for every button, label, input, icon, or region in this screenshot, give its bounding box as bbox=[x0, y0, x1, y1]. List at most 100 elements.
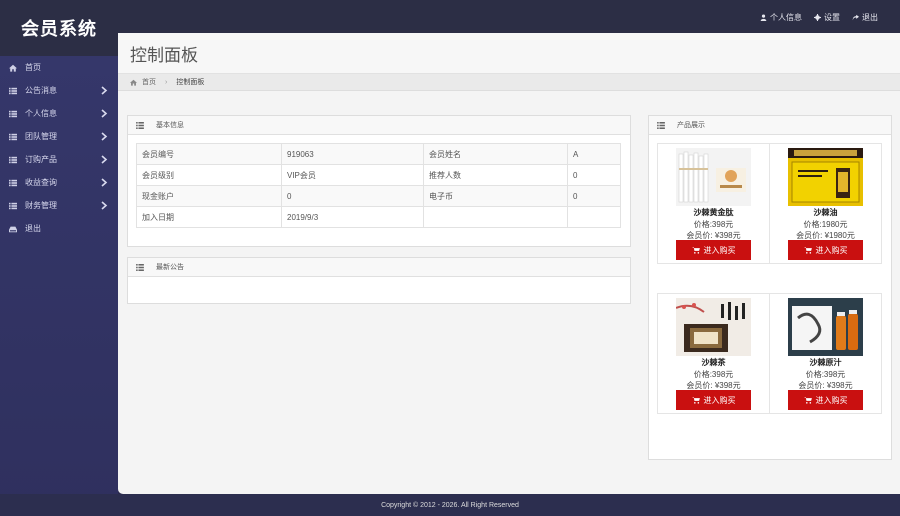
product-name: 沙棘油 bbox=[813, 208, 838, 217]
sidebar-item-earnings[interactable]: 收益查询 bbox=[0, 171, 118, 194]
table-cell bbox=[423, 206, 568, 228]
sidebar-item-orders[interactable]: 订购产品 bbox=[0, 148, 118, 171]
settings-link-label: 设置 bbox=[824, 13, 840, 22]
product-name: 沙棘黄金肽 bbox=[693, 208, 734, 217]
table-cell bbox=[567, 206, 621, 228]
basic-info-title: 基本信息 bbox=[156, 122, 184, 129]
announcements-header: 最新公告 bbox=[128, 258, 630, 277]
table-cell: 2019/9/3 bbox=[281, 206, 424, 228]
brand-logo: 会员系统 bbox=[0, 0, 118, 56]
home-icon bbox=[9, 64, 17, 72]
sidebar-item-logout[interactable]: 退出 bbox=[0, 217, 118, 240]
table-cell: 推荐人数 bbox=[423, 164, 568, 186]
profile-link-label: 个人信息 bbox=[770, 13, 802, 22]
page-header: 控制面板 bbox=[118, 33, 900, 74]
logout-link-label: 退出 bbox=[862, 13, 878, 22]
buy-button[interactable]: 进入购买 bbox=[788, 240, 863, 260]
products-header: 产品展示 bbox=[649, 116, 891, 135]
table-row: 加入日期 2019/9/3 bbox=[136, 206, 621, 228]
table-cell: 会员姓名 bbox=[423, 143, 568, 165]
settings-link[interactable]: 设置 bbox=[814, 12, 840, 23]
buy-button-label: 进入购买 bbox=[815, 245, 848, 255]
basic-info-header: 基本信息 bbox=[128, 116, 630, 135]
sidebar-item-label: 财务管理 bbox=[25, 201, 57, 210]
main-panel: 控制面板 首页 › 控制面板 基本信息 会员编号 919063 会员姓名 A 会… bbox=[118, 33, 900, 494]
buy-button[interactable]: 进入购买 bbox=[788, 390, 863, 410]
list-icon bbox=[9, 110, 17, 118]
chevron-right-icon bbox=[100, 178, 108, 187]
list-icon bbox=[9, 87, 17, 95]
top-links: 个人信息 设置 退出 bbox=[760, 12, 878, 23]
sidebar-item-label: 收益查询 bbox=[25, 178, 57, 187]
logout-link[interactable]: 退出 bbox=[852, 12, 878, 23]
sidebar-item-label: 首页 bbox=[25, 63, 41, 72]
basic-info-box: 基本信息 会员编号 919063 会员姓名 A 会员级别 VIP会员 推荐人数 … bbox=[127, 115, 631, 247]
table-cell: A bbox=[567, 143, 621, 165]
product-card: 沙棘黄金肽 价格:398元 会员价: ¥398元 进入购买 bbox=[657, 143, 770, 264]
products-title: 产品展示 bbox=[677, 122, 705, 129]
home-icon bbox=[130, 79, 137, 86]
chevron-right-icon bbox=[100, 155, 108, 164]
user-icon bbox=[760, 14, 767, 21]
sidebar-item-profile[interactable]: 个人信息 bbox=[0, 102, 118, 125]
sidebar-item-announcements[interactable]: 公告消息 bbox=[0, 79, 118, 102]
sidebar-item-home[interactable]: 首页 bbox=[0, 56, 118, 79]
sidebar-item-team[interactable]: 团队管理 bbox=[0, 125, 118, 148]
list-icon bbox=[136, 121, 144, 129]
cart-icon bbox=[803, 246, 812, 254]
profile-link[interactable]: 个人信息 bbox=[760, 12, 802, 23]
table-cell: 0 bbox=[281, 185, 424, 207]
table-cell: 919063 bbox=[281, 143, 424, 165]
product-image bbox=[676, 298, 751, 356]
buy-button[interactable]: 进入购买 bbox=[676, 390, 751, 410]
list-icon bbox=[9, 202, 17, 210]
table-cell: 0 bbox=[567, 185, 621, 207]
cart-icon bbox=[803, 396, 812, 404]
product-card: 沙棘原汁 价格:398元 会员价: ¥398元 进入购买 bbox=[769, 293, 882, 414]
table-cell: VIP会员 bbox=[281, 164, 424, 186]
cart-icon bbox=[691, 396, 700, 404]
table-cell: 会员编号 bbox=[136, 143, 282, 165]
product-name: 沙棘原汁 bbox=[809, 358, 842, 367]
sidebar-item-label: 个人信息 bbox=[25, 109, 57, 118]
product-image bbox=[788, 298, 863, 356]
share-icon bbox=[852, 14, 859, 21]
chevron-right-icon bbox=[100, 201, 108, 210]
sidebar-item-label: 团队管理 bbox=[25, 132, 57, 141]
gear-icon bbox=[814, 14, 821, 21]
product-price: 价格:398元 bbox=[693, 220, 734, 229]
product-name: 沙棘茶 bbox=[701, 358, 726, 367]
product-price: 价格:398元 bbox=[805, 370, 846, 379]
chevron-right-icon bbox=[100, 86, 108, 95]
breadcrumb-current: 控制面板 bbox=[176, 79, 205, 86]
breadcrumb: 首页 › 控制面板 bbox=[118, 74, 900, 91]
top-bar: 个人信息 设置 退出 bbox=[0, 0, 900, 33]
footer: Copyright © 2012 - 2026. All Right Reser… bbox=[0, 494, 900, 516]
products-box: 产品展示 沙棘黄金肽 价格:398元 会员价: ¥398元 进入购买 沙棘油 价… bbox=[648, 115, 892, 460]
breadcrumb-separator: › bbox=[165, 78, 168, 86]
product-image bbox=[788, 148, 863, 206]
sidebar-item-label: 退出 bbox=[25, 224, 41, 233]
product-price: 价格:398元 bbox=[693, 370, 734, 379]
hdd-icon bbox=[9, 225, 17, 233]
table-row: 会员级别 VIP会员 推荐人数 0 bbox=[136, 164, 621, 186]
table-row: 现金账户 0 电子币 0 bbox=[136, 185, 621, 207]
product-card: 沙棘油 价格:1980元 会员价: ¥1980元 进入购买 bbox=[769, 143, 882, 264]
buy-button-label: 进入购买 bbox=[703, 245, 736, 255]
cart-icon bbox=[691, 246, 700, 254]
buy-button[interactable]: 进入购买 bbox=[676, 240, 751, 260]
product-card: 沙棘茶 价格:398元 会员价: ¥398元 进入购买 bbox=[657, 293, 770, 414]
sidebar-item-label: 公告消息 bbox=[25, 86, 57, 95]
product-image bbox=[676, 148, 751, 206]
chevron-right-icon bbox=[100, 109, 108, 118]
breadcrumb-home-link[interactable]: 首页 bbox=[142, 77, 156, 87]
list-icon bbox=[657, 121, 665, 129]
sidebar: 首页 公告消息 个人信息 团队管理 订购产品 收益查询 财务管理 退出 bbox=[0, 56, 118, 516]
product-price: 价格:1980元 bbox=[803, 220, 848, 229]
announcements-title: 最新公告 bbox=[156, 264, 184, 271]
page-title: 控制面板 bbox=[130, 45, 198, 65]
table-row: 会员编号 919063 会员姓名 A bbox=[136, 143, 621, 165]
table-cell: 现金账户 bbox=[136, 185, 282, 207]
sidebar-item-finance[interactable]: 财务管理 bbox=[0, 194, 118, 217]
table-cell: 加入日期 bbox=[136, 206, 282, 228]
